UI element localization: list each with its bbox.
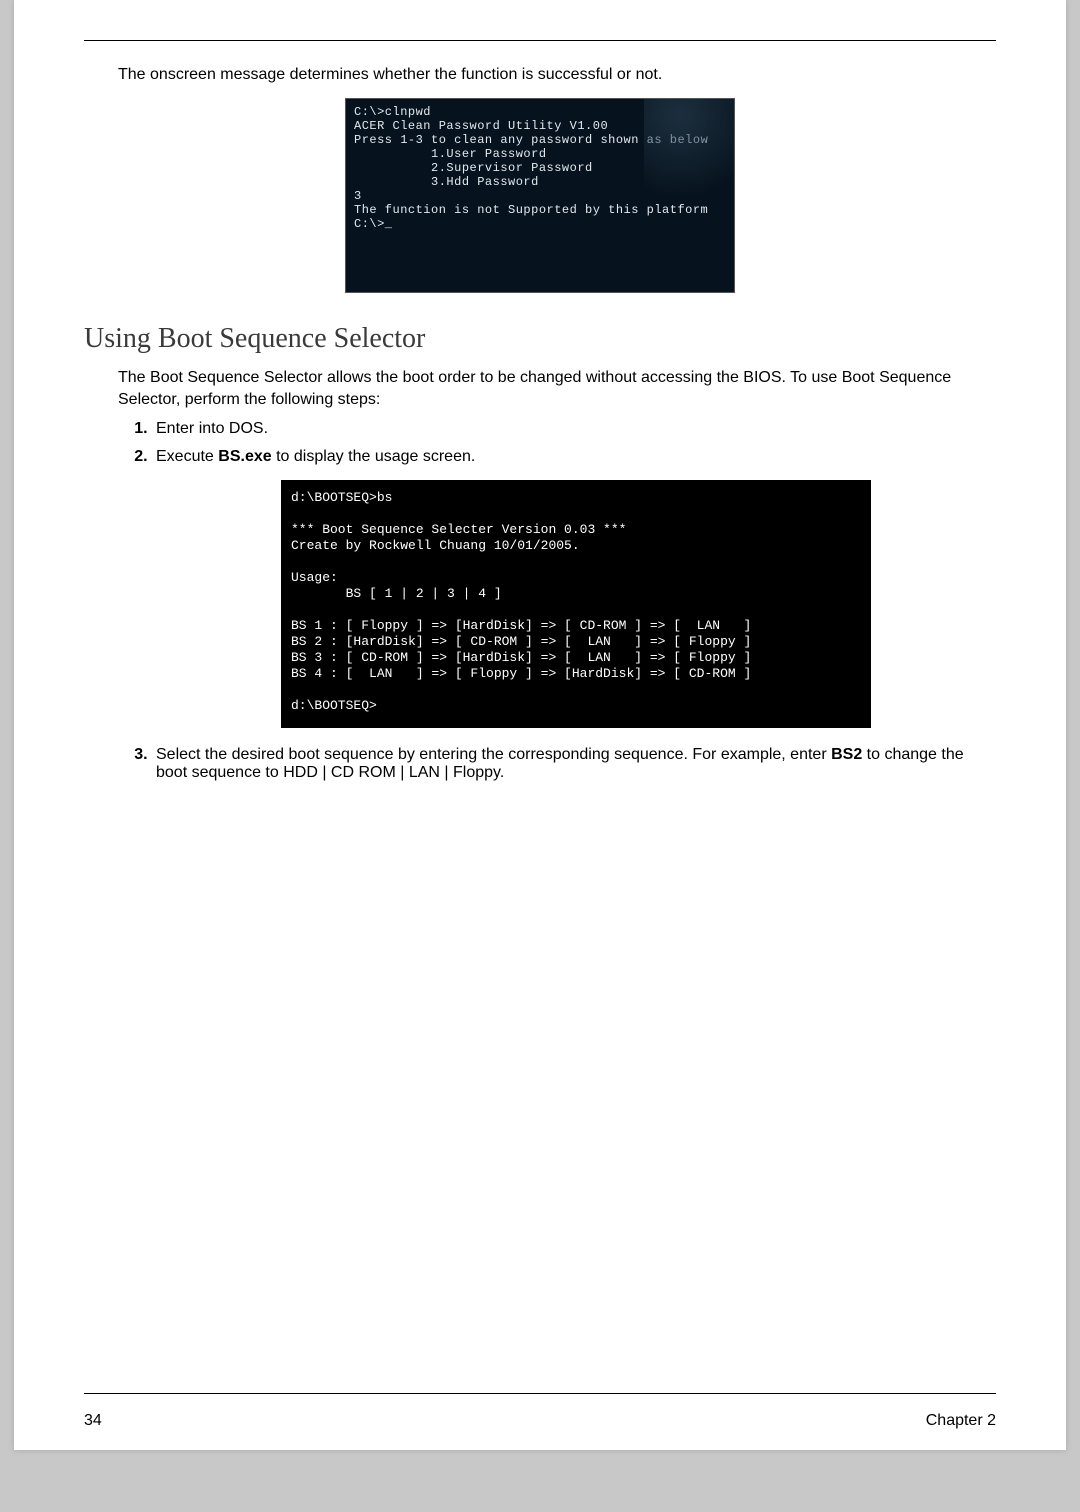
step-text: Enter into DOS. (156, 420, 268, 437)
intro-text: The onscreen message determines whether … (118, 66, 996, 84)
header-rule (84, 40, 996, 41)
dos-line: Usage: (291, 570, 338, 585)
chapter-label: Chapter 2 (926, 1412, 996, 1430)
step-item: Enter into DOS. (152, 420, 996, 438)
step-item: Select the desired boot sequence by ente… (152, 746, 996, 782)
step-text: to display the usage screen. (272, 448, 476, 465)
dos-line: BS 2 : [HardDisk] => [ CD-ROM ] => [ LAN… (291, 634, 751, 649)
section-body: The Boot Sequence Selector allows the bo… (118, 367, 996, 410)
dos-line: BS [ 1 | 2 | 3 | 4 ] (291, 586, 502, 601)
bios-line: The function is not Supported by this pl… (354, 203, 726, 217)
bios-screenshot: C:\>clnpwd ACER Clean Password Utility V… (345, 98, 735, 293)
steps-list: Enter into DOS. Execute BS.exe to displa… (118, 420, 996, 782)
step-text-bold: BS2 (831, 746, 862, 763)
dos-screenshot-wrap: d:\BOOTSEQ>bs *** Boot Sequence Selecter… (156, 480, 996, 728)
step-text: Select the desired boot sequence by ente… (156, 746, 831, 763)
dos-line: BS 4 : [ LAN ] => [ Floppy ] => [HardDis… (291, 666, 751, 681)
dos-line: BS 1 : [ Floppy ] => [HardDisk] => [ CD-… (291, 618, 751, 633)
bios-screenshot-wrap: C:\>clnpwd ACER Clean Password Utility V… (84, 98, 996, 293)
page: The onscreen message determines whether … (14, 0, 1066, 1450)
dos-line: d:\BOOTSEQ> (291, 698, 377, 713)
dos-line: d:\BOOTSEQ>bs (291, 490, 392, 505)
step-item: Execute BS.exe to display the usage scre… (152, 448, 996, 728)
bios-text: Press 1-3 to clean any password shown (354, 133, 647, 147)
glare-overlay (644, 98, 735, 199)
page-number: 34 (84, 1412, 102, 1430)
section-heading: Using Boot Sequence Selector (84, 323, 996, 355)
bios-line: C:\>_ (354, 217, 726, 231)
page-footer: 34 Chapter 2 (84, 1412, 996, 1430)
step-text-bold: BS.exe (218, 448, 271, 465)
dos-line: *** Boot Sequence Selecter Version 0.03 … (291, 522, 626, 537)
step-text: Execute (156, 448, 218, 465)
footer-rule (84, 1393, 996, 1394)
dos-screenshot: d:\BOOTSEQ>bs *** Boot Sequence Selecter… (281, 480, 871, 728)
dos-line: Create by Rockwell Chuang 10/01/2005. (291, 538, 580, 553)
dos-line: BS 3 : [ CD-ROM ] => [HardDisk] => [ LAN… (291, 650, 751, 665)
